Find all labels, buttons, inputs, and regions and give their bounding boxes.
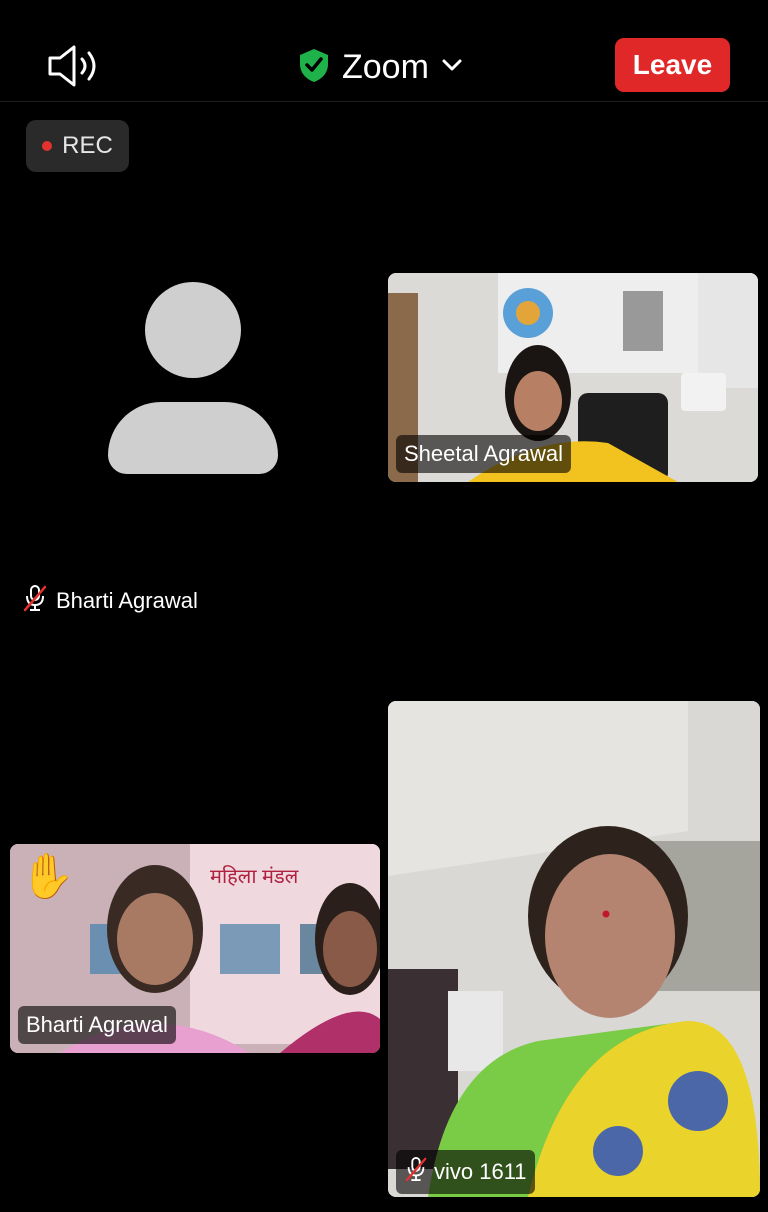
recording-label: REC xyxy=(62,132,113,159)
participant-name: Bharti Agrawal xyxy=(18,1006,176,1044)
participant-name: Bharti Agrawal xyxy=(56,588,198,613)
shield-check-icon xyxy=(298,47,330,88)
video-tile[interactable]: महिला मंडल ✋ Bharti Agrawal xyxy=(10,844,380,1053)
avatar-head xyxy=(145,282,241,378)
video-frame xyxy=(388,701,760,1197)
avatar-body xyxy=(108,402,278,474)
avatar-placeholder-icon[interactable] xyxy=(108,282,278,474)
participant-name: vivo 1611 xyxy=(434,1159,527,1184)
record-dot-icon xyxy=(42,141,53,151)
video-tile[interactable]: Sheetal Agrawal xyxy=(388,273,758,482)
mic-muted-icon xyxy=(22,584,48,618)
participant-name: Sheetal Agrawal xyxy=(396,435,571,473)
participant-name-tag: vivo 1611 xyxy=(396,1150,535,1194)
chevron-down-icon xyxy=(441,58,463,77)
video-tile[interactable]: vivo 1611 xyxy=(388,701,760,1197)
meeting-title: Zoom xyxy=(342,47,429,86)
mic-muted-icon xyxy=(404,1156,428,1188)
meeting-title-dropdown[interactable]: Zoom xyxy=(298,44,463,90)
leave-button[interactable]: Leave xyxy=(615,38,730,92)
raised-hand-icon: ✋ xyxy=(20,852,75,901)
participant-name-tag: Bharti Agrawal xyxy=(22,584,198,618)
recording-badge[interactable]: REC xyxy=(26,120,129,172)
meeting-top-bar: Zoom Leave xyxy=(0,0,768,102)
speaker-icon[interactable] xyxy=(44,42,104,90)
banner-text: महिला मंडल xyxy=(210,866,299,888)
